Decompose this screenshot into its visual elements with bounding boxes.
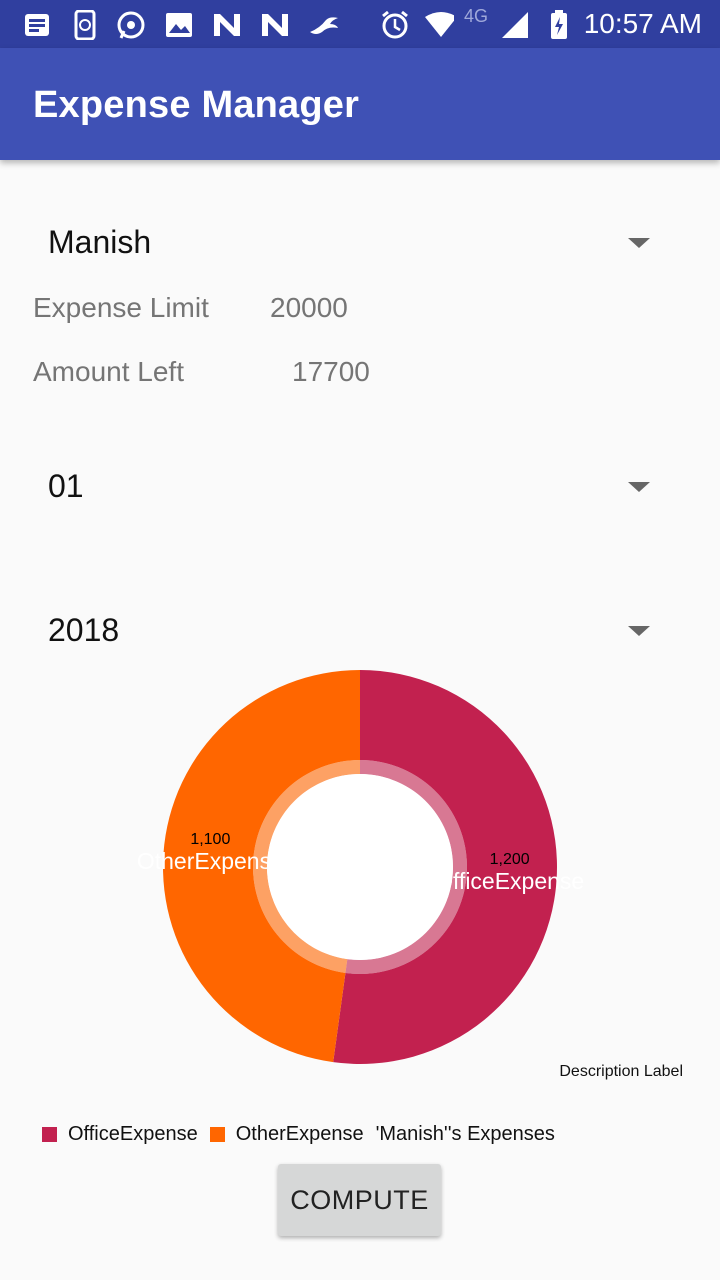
pie-hole xyxy=(267,774,453,960)
amount-left-label: Amount Left xyxy=(33,356,184,387)
dropdown-arrow-icon xyxy=(628,482,650,492)
alarm-icon xyxy=(380,10,410,40)
amount-left-value: 17700 xyxy=(292,356,370,387)
dropdown-arrow-icon xyxy=(628,626,650,636)
n-app-icon xyxy=(260,10,290,40)
signal-icon xyxy=(500,10,530,40)
status-bar: 4G 10:57 AM xyxy=(0,0,720,48)
legend-description: 'Manish''s Expenses xyxy=(375,1122,555,1145)
expense-limit-value: 20000 xyxy=(270,292,348,323)
battery-charging-icon xyxy=(544,10,574,40)
chart-description-label: Description Label xyxy=(559,1063,683,1080)
gallery-icon xyxy=(164,10,194,40)
notes-icon xyxy=(22,10,52,40)
legend-label-other: OtherExpense xyxy=(235,1122,364,1145)
phone-sync-icon xyxy=(70,10,100,40)
app-bar: Expense Manager xyxy=(0,48,720,160)
status-time: 10:57 AM xyxy=(583,8,702,39)
month-spinner-value: 01 xyxy=(48,468,84,504)
pie-value-label: 1,100 xyxy=(190,831,230,848)
year-spinner-value: 2018 xyxy=(48,612,120,648)
app-title: Expense Manager xyxy=(33,84,360,126)
chart-legend: OfficeExpense OtherExpense 'Manish''s Ex… xyxy=(42,1122,555,1146)
compute-button[interactable]: COMPUTE xyxy=(278,1164,441,1236)
year-spinner[interactable]: 2018 xyxy=(48,600,668,660)
bird-app-icon xyxy=(308,10,338,40)
expense-pie-chart[interactable]: 1,200OfficeExpense 1,100OtherExpense xyxy=(0,660,720,1090)
expense-limit-label: Expense Limit xyxy=(33,292,209,323)
legend-label-office: OfficeExpense xyxy=(68,1122,198,1145)
pie-value-label: 1,200 xyxy=(490,851,530,868)
n-app-icon xyxy=(212,10,242,40)
pie-category-label: OfficeExpense xyxy=(435,868,584,894)
wifi-icon xyxy=(424,10,454,40)
pie-category-label: OtherExpense xyxy=(137,848,284,874)
user-spinner[interactable]: Manish xyxy=(48,212,668,272)
user-spinner-value: Manish xyxy=(48,224,152,260)
legend-swatch-office xyxy=(42,1126,57,1142)
network-type-label: 4G xyxy=(464,6,489,26)
legend-swatch-other xyxy=(209,1126,225,1142)
month-spinner[interactable]: 01 xyxy=(48,456,668,516)
dropdown-arrow-icon xyxy=(628,238,650,248)
whatsapp-icon xyxy=(116,10,146,40)
